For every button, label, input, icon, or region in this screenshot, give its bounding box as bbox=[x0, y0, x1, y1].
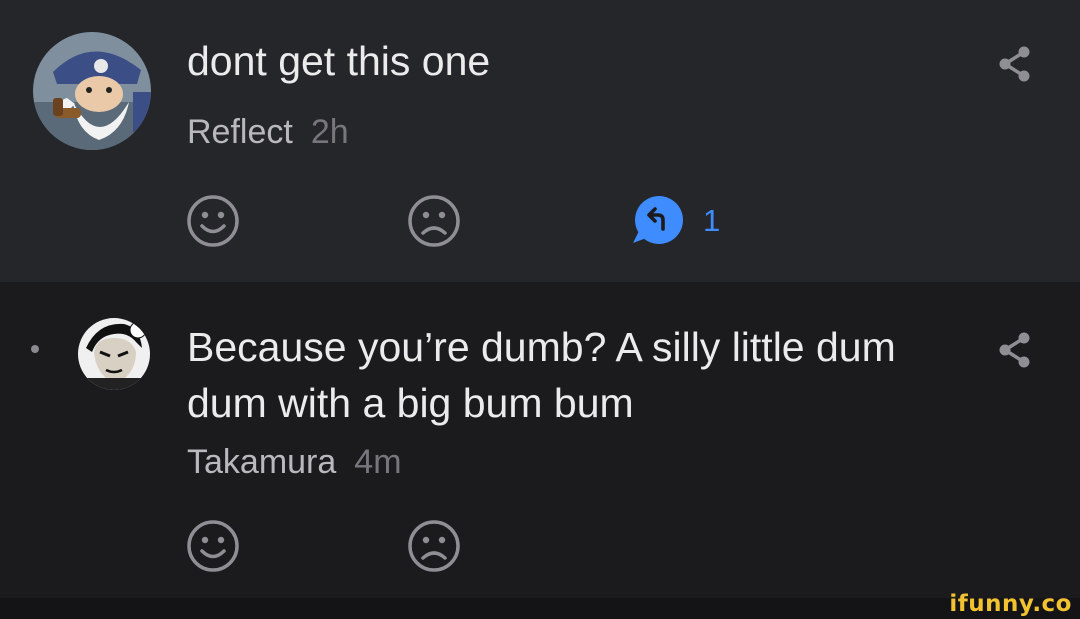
bottom-strip bbox=[0, 598, 1080, 619]
reply-bubble-icon bbox=[633, 196, 683, 244]
smile-button[interactable] bbox=[186, 519, 240, 573]
comment-meta: Reflect 2h bbox=[187, 112, 349, 152]
frown-button[interactable] bbox=[407, 519, 461, 573]
share-icon bbox=[999, 46, 1030, 82]
comment-reflect: dont get this one Reflect 2h 1 bbox=[0, 0, 1080, 282]
author-name[interactable]: Reflect bbox=[187, 113, 293, 151]
timestamp: 4m bbox=[354, 443, 402, 481]
manga-character-avatar-icon bbox=[78, 318, 150, 390]
share-button[interactable] bbox=[996, 44, 1034, 89]
avatar[interactable] bbox=[78, 318, 150, 390]
reply-button[interactable] bbox=[627, 195, 687, 247]
comment-meta: Takamura 4m bbox=[187, 442, 402, 482]
share-icon bbox=[999, 332, 1030, 368]
old-sailor-with-pipe-avatar-icon bbox=[33, 32, 151, 150]
smiley-face-icon bbox=[187, 520, 239, 572]
share-button[interactable] bbox=[996, 330, 1034, 375]
avatar[interactable] bbox=[33, 32, 151, 150]
author-name[interactable]: Takamura bbox=[187, 443, 336, 481]
smile-button[interactable] bbox=[186, 194, 240, 248]
frowny-face-icon bbox=[408, 520, 460, 572]
comment-text: dont get this one bbox=[187, 38, 491, 84]
frowny-face-icon bbox=[408, 195, 460, 247]
reply-count[interactable]: 1 bbox=[703, 203, 720, 239]
thread-indicator-dot bbox=[31, 345, 39, 353]
frown-button[interactable] bbox=[407, 194, 461, 248]
comment-text: Because you’re dumb? A silly little dum … bbox=[187, 324, 896, 426]
smiley-face-icon bbox=[187, 195, 239, 247]
ifunny-watermark: ifunny.co bbox=[949, 591, 1072, 617]
comment-takamura: Because you’re dumb? A silly little dum … bbox=[0, 282, 1080, 598]
timestamp: 2h bbox=[310, 113, 349, 151]
